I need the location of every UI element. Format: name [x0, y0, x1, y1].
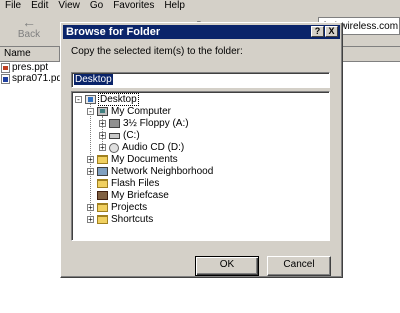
instruction-text: Copy the selected item(s) to the folder:	[71, 46, 243, 57]
tree-node-flash-files[interactable]: Flash Files	[87, 178, 159, 189]
tree-node-label: 3½ Floppy (A:)	[123, 118, 189, 129]
pdf-file-icon	[1, 74, 10, 84]
network-icon	[97, 167, 108, 176]
ppt-file-icon	[1, 63, 10, 73]
tree-node-label: My Documents	[111, 154, 178, 165]
cancel-button[interactable]: Cancel	[267, 256, 331, 276]
tree-node-projects[interactable]: + Projects	[87, 202, 147, 213]
column-name-header[interactable]: Name	[0, 47, 60, 61]
ok-button[interactable]: OK	[195, 256, 259, 276]
file-row[interactable]: spra071.pdf	[1, 73, 65, 85]
cd-drive-icon	[109, 142, 119, 153]
tree-node-label: (C:)	[123, 130, 140, 141]
desktop-icon	[85, 95, 96, 104]
tree-node-label: Desktop	[98, 93, 139, 106]
menu-bar: File Edit View Go Favorites Help	[0, 0, 400, 12]
back-button[interactable]: ← Back	[6, 15, 52, 43]
dialog-titlebar[interactable]: Browse for Folder ? X	[63, 25, 340, 39]
tree-node-label: Flash Files	[111, 178, 160, 189]
floppy-drive-icon	[109, 119, 120, 128]
tree-node-my-computer[interactable]: - My Computer	[87, 106, 171, 117]
folder-icon	[97, 203, 108, 212]
expand-toggle[interactable]: +	[87, 204, 94, 212]
browse-for-folder-dialog: Browse for Folder ? X Copy the selected …	[60, 22, 343, 278]
expand-toggle[interactable]: +	[99, 144, 106, 152]
tree-node-network-neighborhood[interactable]: + Network Neighborhood	[87, 166, 213, 177]
computer-icon	[97, 107, 108, 116]
folder-icon	[97, 155, 108, 164]
collapse-toggle[interactable]: -	[87, 108, 94, 116]
tree-node-my-documents[interactable]: + My Documents	[87, 154, 178, 165]
hard-drive-icon	[109, 132, 120, 139]
menu-view[interactable]: View	[53, 0, 85, 12]
menu-go[interactable]: Go	[85, 0, 108, 12]
tree-node-label: Audio CD (D:)	[122, 142, 185, 153]
back-label: Back	[17, 29, 41, 40]
menu-file[interactable]: File	[0, 0, 26, 12]
menu-favorites[interactable]: Favorites	[108, 0, 159, 12]
tree-node-floppy[interactable]: + 3½ Floppy (A:)	[99, 118, 189, 129]
help-button[interactable]: ?	[311, 26, 324, 37]
folder-path-field[interactable]: Desktop	[71, 72, 330, 88]
expand-toggle[interactable]: +	[87, 216, 94, 224]
folder-icon	[97, 215, 108, 224]
collapse-toggle[interactable]: -	[75, 96, 82, 104]
tree-node-label: Shortcuts	[111, 214, 154, 225]
tree-node-label: Network Neighborhood	[111, 166, 214, 177]
dialog-title: Browse for Folder	[66, 26, 161, 38]
back-arrow-icon: ←	[22, 14, 36, 30]
tree-node-c-drive[interactable]: + (C:)	[99, 130, 140, 141]
expand-toggle[interactable]: +	[99, 132, 106, 140]
expand-toggle[interactable]: +	[87, 156, 94, 164]
file-name: spra071.pdf	[12, 73, 65, 84]
menu-help[interactable]: Help	[159, 0, 190, 12]
selected-path-text: Desktop	[74, 74, 113, 85]
close-button[interactable]: X	[325, 26, 338, 37]
tree-node-label: My Computer	[111, 106, 172, 117]
tree-node-shortcuts[interactable]: + Shortcuts	[87, 214, 153, 225]
folder-icon	[97, 179, 108, 188]
tree-node-label: Projects	[111, 202, 148, 213]
tree-node-desktop[interactable]: - Desktop	[75, 93, 139, 106]
expand-toggle[interactable]: +	[99, 120, 106, 128]
menu-edit[interactable]: Edit	[26, 0, 53, 12]
tree-node-label: My Briefcase	[111, 190, 169, 201]
tree-node-audio-cd[interactable]: + Audio CD (D:)	[99, 142, 184, 153]
folder-tree[interactable]: - Desktop - My Computer + 3½ Floppy (A:)…	[71, 91, 330, 241]
expand-toggle[interactable]: +	[87, 168, 94, 176]
briefcase-icon	[97, 191, 108, 200]
tree-node-my-briefcase[interactable]: My Briefcase	[87, 190, 169, 201]
